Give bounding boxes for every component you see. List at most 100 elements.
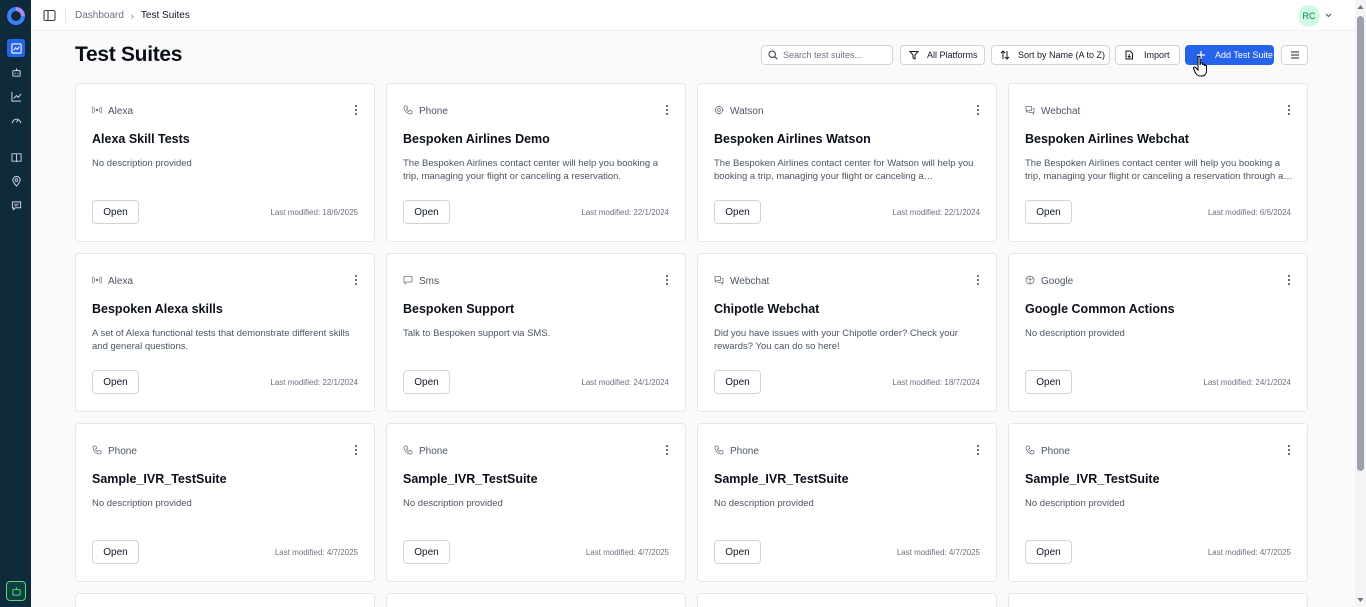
test-suite-card[interactable]: Phone Sample_IVR_TestSuite No description … xyxy=(1008,423,1308,582)
alexa-icon xyxy=(91,105,103,118)
sidebar-toggle-icon[interactable] xyxy=(43,9,56,22)
sort-icon xyxy=(1000,50,1010,60)
test-suite-card[interactable]: Watson Bespoken Airlines Watson The Bespok… xyxy=(697,83,997,242)
scrollbar[interactable] xyxy=(1355,0,1366,607)
suite-description: The Bespoken Airlines contact center for… xyxy=(714,158,974,182)
open-button[interactable]: Open xyxy=(714,540,761,564)
test-suite-card[interactable] xyxy=(75,593,375,607)
last-modified: Last modified: 24/1/2024 xyxy=(1203,378,1291,387)
suite-description: No description provided xyxy=(1025,498,1125,509)
search-box[interactable] xyxy=(761,45,893,65)
platform-filter-button[interactable]: All Platforms xyxy=(900,45,985,65)
add-test-suite-label: Add Test Suite xyxy=(1215,50,1273,60)
open-button[interactable]: Open xyxy=(92,370,139,394)
open-button[interactable]: Open xyxy=(92,540,139,564)
sort-button[interactable]: Sort by Name (A to Z) xyxy=(991,45,1110,65)
platform-tag: Phone xyxy=(403,445,448,458)
test-suite-card[interactable]: Phone Sample_IVR_TestSuite No description … xyxy=(697,423,997,582)
suite-name: Bespoken Airlines Watson xyxy=(714,132,871,146)
open-button[interactable]: Open xyxy=(403,200,450,224)
more-options-icon[interactable] xyxy=(353,274,359,286)
scroll-up-icon[interactable] xyxy=(1357,4,1364,10)
more-options-icon[interactable] xyxy=(975,444,981,456)
test-suite-card[interactable]: Webchat Bespoken Airlines Webchat The Besp… xyxy=(1008,83,1308,242)
last-modified: Last modified: 4/7/2025 xyxy=(1207,548,1291,557)
more-options-icon[interactable] xyxy=(664,444,670,456)
platform-tag: Phone xyxy=(92,445,137,458)
suite-name: Sample_IVR_TestSuite xyxy=(92,472,227,486)
help-bot-icon[interactable] xyxy=(6,581,26,601)
more-options-icon[interactable] xyxy=(664,104,670,116)
list-view-button[interactable] xyxy=(1281,45,1308,65)
suite-name: Bespoken Alexa skills xyxy=(92,302,223,316)
suite-description: No description provided xyxy=(1025,328,1125,339)
test-suite-card[interactable] xyxy=(386,593,686,607)
suite-description: No description provided xyxy=(403,498,503,509)
test-suite-card[interactable] xyxy=(697,593,997,607)
scroll-down-icon[interactable] xyxy=(1357,597,1364,603)
platform-label: Phone xyxy=(419,446,448,457)
list-icon xyxy=(1290,51,1299,59)
last-modified: Last modified: 22/1/2024 xyxy=(581,208,669,217)
more-options-icon[interactable] xyxy=(1286,104,1292,116)
chevron-down-icon[interactable] xyxy=(1324,11,1333,20)
phone-icon xyxy=(1025,445,1035,458)
open-button[interactable]: Open xyxy=(1025,540,1072,564)
test-suite-card[interactable]: Alexa Alexa Skill Tests No description pro… xyxy=(75,83,375,242)
last-modified: Last modified: 6/6/2024 xyxy=(1207,208,1291,217)
suite-description: No description provided xyxy=(714,498,814,509)
more-options-icon[interactable] xyxy=(1286,274,1292,286)
platform-tag: Phone xyxy=(714,445,759,458)
bot-icon[interactable] xyxy=(7,63,25,81)
last-modified: Last modified: 22/1/2024 xyxy=(270,378,358,387)
scrollbar-thumb[interactable] xyxy=(1357,16,1364,471)
search-input[interactable] xyxy=(783,50,883,60)
suite-name: Bespoken Airlines Webchat xyxy=(1025,132,1189,146)
open-button[interactable]: Open xyxy=(92,200,139,224)
app-logo-icon[interactable] xyxy=(6,6,26,26)
book-icon[interactable] xyxy=(7,148,25,166)
suite-description: Did you have issues with your Chipotle o… xyxy=(714,328,958,352)
platform-label: Phone xyxy=(419,106,448,117)
test-suite-card[interactable]: Phone Bespoken Airlines Demo The Bespoken … xyxy=(386,83,686,242)
sidebar xyxy=(0,0,31,607)
open-button[interactable]: Open xyxy=(403,370,450,394)
more-options-icon[interactable] xyxy=(664,274,670,286)
message-icon[interactable] xyxy=(7,196,25,214)
platform-label: Alexa xyxy=(108,106,134,117)
google-icon xyxy=(1025,275,1035,288)
avatar[interactable]: RC xyxy=(1298,5,1320,27)
test-suite-card[interactable]: Sms Bespoken Support Talk to Bespoken supp… xyxy=(386,253,686,412)
more-options-icon[interactable] xyxy=(975,274,981,286)
platform-label: Phone xyxy=(108,446,137,457)
gauge-icon[interactable] xyxy=(7,111,25,129)
open-button[interactable]: Open xyxy=(1025,200,1072,224)
more-options-icon[interactable] xyxy=(353,104,359,116)
topbar-divider xyxy=(65,8,66,23)
platform-tag: Phone xyxy=(403,105,448,118)
more-options-icon[interactable] xyxy=(975,104,981,116)
open-button[interactable]: Open xyxy=(1025,370,1072,394)
breadcrumb-dashboard-link[interactable]: Dashboard xyxy=(75,10,124,21)
webchat-icon xyxy=(1025,105,1035,118)
test-suite-card[interactable]: Google Google Common Actions No descriptio… xyxy=(1008,253,1308,412)
dashboard-icon[interactable] xyxy=(7,39,25,57)
open-button[interactable]: Open xyxy=(714,200,761,224)
test-suite-card[interactable]: Phone Sample_IVR_TestSuite No description … xyxy=(386,423,686,582)
open-button[interactable]: Open xyxy=(403,540,450,564)
platform-label: Watson xyxy=(730,106,764,117)
test-suite-card[interactable]: Alexa Bespoken Alexa skills A set of Alexa… xyxy=(75,253,375,412)
test-suite-card[interactable] xyxy=(1008,593,1308,607)
more-options-icon[interactable] xyxy=(1286,444,1292,456)
phone-icon xyxy=(403,105,413,118)
import-button[interactable]: Import xyxy=(1115,45,1180,65)
open-button[interactable]: Open xyxy=(714,370,761,394)
more-options-icon[interactable] xyxy=(353,444,359,456)
suite-name: Sample_IVR_TestSuite xyxy=(1025,472,1160,486)
test-suite-card[interactable]: Webchat Chipotle Webchat Did you have issu… xyxy=(697,253,997,412)
platform-label: Phone xyxy=(1041,446,1070,457)
test-suite-card[interactable]: Phone Sample_IVR_TestSuite No description … xyxy=(75,423,375,582)
breadcrumb-current: Test Suites xyxy=(140,10,190,21)
chart-icon[interactable] xyxy=(7,87,25,105)
location-icon[interactable] xyxy=(7,172,25,190)
